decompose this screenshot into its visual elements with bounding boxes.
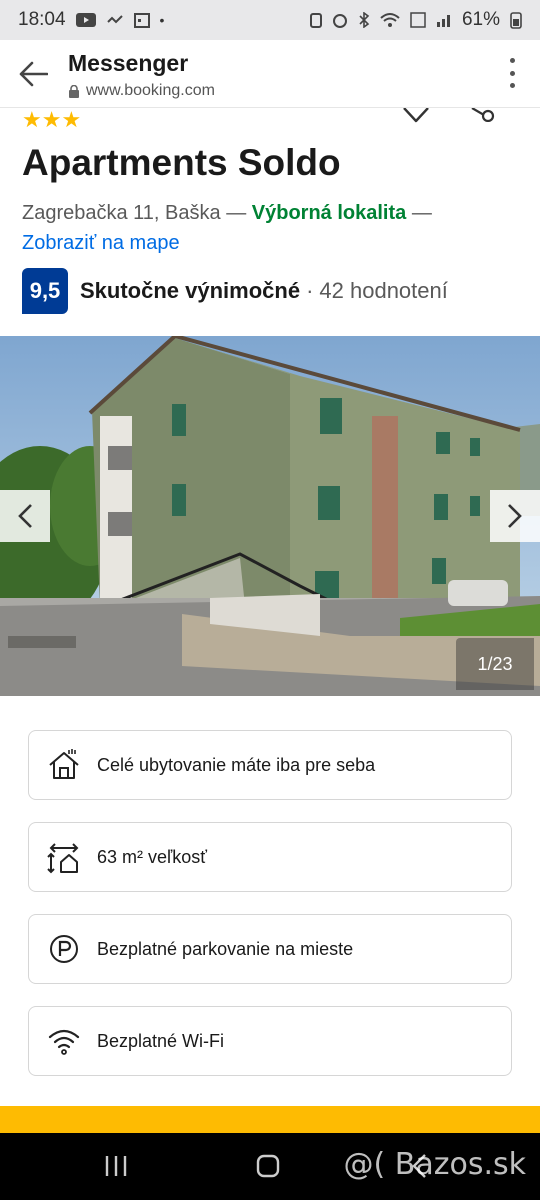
sync-icon (106, 15, 123, 24)
house-icon (49, 749, 79, 779)
gallery-prev-button[interactable] (0, 490, 50, 542)
separator: — (226, 202, 247, 224)
volte-icon (410, 12, 426, 28)
url-text: www.booking.com (86, 82, 215, 99)
address-block: Zagrebačka 11, Baška — Výborná lokalita … (22, 198, 522, 258)
separator: — (411, 202, 432, 224)
url-display[interactable]: www.booking.com (68, 82, 215, 100)
share-icon[interactable] (468, 108, 498, 122)
size-icon (47, 843, 79, 874)
location-score-label: Výborná lokalita (251, 202, 407, 224)
youtube-icon (75, 13, 96, 27)
bluetooth-icon (359, 12, 370, 28)
clock: 18:04 (18, 9, 66, 30)
browser-header: Messenger www.booking.com (0, 40, 540, 108)
signal-icon (436, 15, 450, 27)
wifi-icon (48, 1029, 80, 1055)
back-arrow-icon[interactable] (18, 60, 48, 88)
chevron-left-icon (18, 504, 32, 528)
chevron-right-icon (508, 504, 522, 528)
review-score-label: Skutočne výnimočné (80, 278, 301, 303)
app-title: Messenger (68, 50, 189, 76)
parking-icon (50, 935, 78, 963)
battery-icon (510, 12, 522, 29)
photo-counter: 1/23 (456, 638, 534, 690)
heart-icon[interactable] (400, 108, 432, 124)
lock-icon (69, 84, 79, 98)
calendar-icon (133, 13, 150, 28)
more-options-icon[interactable] (508, 58, 516, 88)
facility-label: Celé ubytovanie máte iba pre seba (97, 754, 376, 775)
property-name: Apartments Soldo (22, 142, 341, 183)
battery-percent: 61% (461, 9, 500, 30)
star-rating: ★★★ (22, 107, 82, 132)
recent-apps-icon[interactable] (104, 1153, 128, 1179)
facility-parking: Bezplatné parkovanie na mieste (28, 914, 512, 984)
review-dot: · (306, 278, 314, 303)
review-count[interactable]: 42 hodnotení (319, 278, 447, 304)
gallery-next-button[interactable] (490, 490, 540, 542)
battery-saver-icon (309, 13, 322, 28)
home-icon[interactable] (256, 1153, 280, 1179)
system-nav-bar: @( Bazos.sk (0, 1133, 540, 1200)
facility-wifi: Bezplatné Wi-Fi (28, 1006, 512, 1076)
facility-entire-place: Celé ubytovanie máte iba pre seba (28, 730, 512, 800)
alarm-icon (332, 14, 347, 28)
watermark: @( Bazos.sk (343, 1147, 526, 1182)
status-bar: 18:04 • 61% (0, 0, 540, 40)
rating-row[interactable]: 9,5 Skutočne výnimočné · 42 hodnotení (22, 268, 448, 314)
facility-label: Bezplatné Wi-Fi (97, 1030, 225, 1051)
facility-label: 63 m² veľkosť (97, 846, 208, 867)
reserve-bar[interactable] (0, 1106, 540, 1134)
address-text: Zagrebačka 11, Baška (22, 202, 221, 224)
show-on-map-link[interactable]: Zobraziť na mape (22, 232, 180, 254)
photo-gallery[interactable]: 1/23 (0, 336, 540, 696)
review-score-badge: 9,5 (22, 268, 68, 314)
wifi-status-icon (380, 13, 400, 27)
facility-label: Bezplatné parkovanie na mieste (97, 938, 354, 959)
facility-size: 63 m² veľkosť (28, 822, 512, 892)
notification-dot-icon: • (159, 12, 165, 28)
